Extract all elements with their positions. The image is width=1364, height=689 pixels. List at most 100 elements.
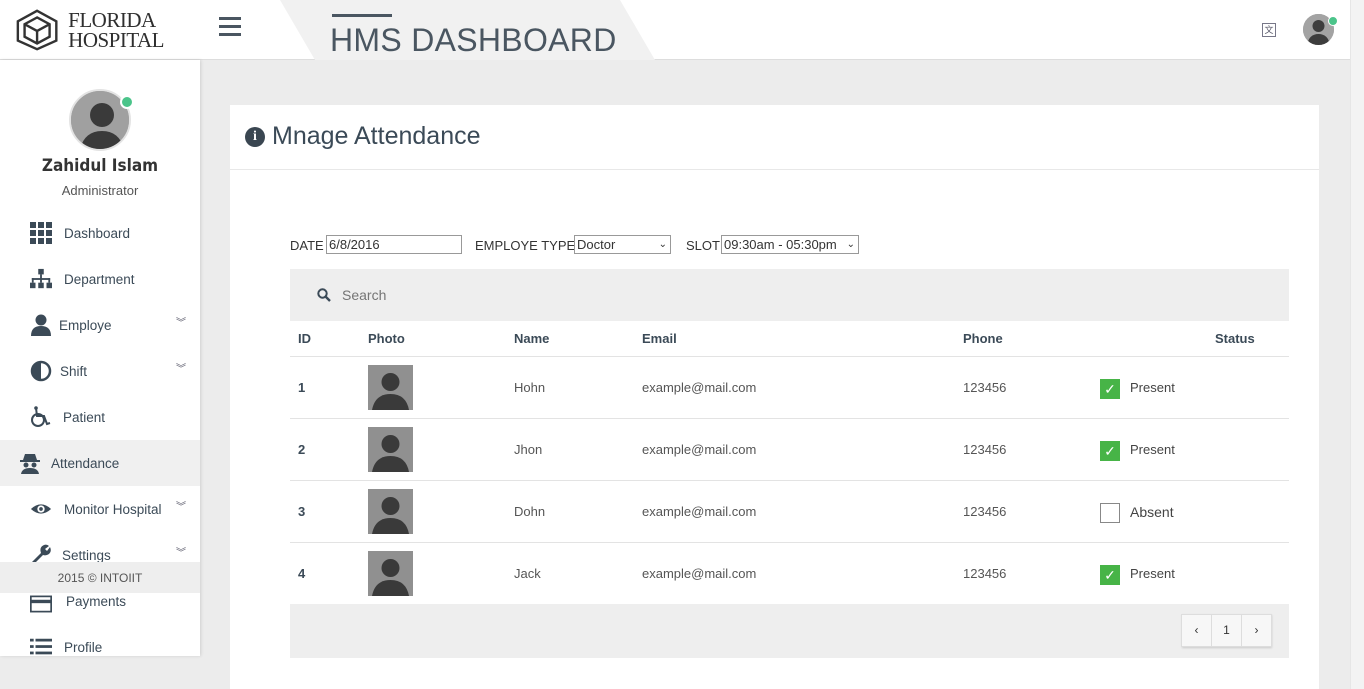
sidebar-item-label: Department xyxy=(64,271,135,287)
row-phone: 123456 xyxy=(963,442,1007,457)
hamburger-menu-icon[interactable] xyxy=(219,17,241,39)
slot-label: SLOT xyxy=(686,238,720,253)
employe-type-select[interactable]: Doctor ⌄ xyxy=(574,235,671,254)
row-id: 4 xyxy=(298,566,306,581)
sidebar-item-label: Attendance xyxy=(51,455,120,471)
sidebar-item-dashboard[interactable]: Dashboard xyxy=(0,210,200,256)
sidebar-item-label: Monitor Hospital xyxy=(64,501,162,517)
sidebar-item-payments[interactable]: Payments xyxy=(0,578,200,624)
online-status-dot xyxy=(120,95,134,109)
date-input[interactable]: 6/8/2016 xyxy=(326,235,462,254)
chevron-down-icon: ⌄ xyxy=(658,239,667,250)
attendance-checkbox[interactable] xyxy=(1100,503,1120,523)
chevron-down-icon: ︾ xyxy=(176,548,186,559)
user-silhouette-icon xyxy=(368,365,413,410)
title-underline xyxy=(332,14,392,17)
page-scrollbar[interactable] xyxy=(1350,0,1364,689)
page-title: HMS DASHBOARD xyxy=(330,22,617,58)
hospital-logo-icon xyxy=(16,9,58,51)
row-phone: 123456 xyxy=(963,504,1007,519)
search-input[interactable] xyxy=(342,285,842,305)
employee-photo xyxy=(368,489,413,534)
chevron-down-icon: ︾ xyxy=(176,364,186,375)
row-status: Present xyxy=(1130,566,1175,581)
sidebar-item-label: Settings xyxy=(62,547,111,563)
half-circle-icon xyxy=(30,360,52,382)
row-email: example@mail.com xyxy=(642,566,757,581)
card-title: Mnage Attendance xyxy=(272,122,481,150)
user-silhouette-icon xyxy=(368,427,413,472)
row-email: example@mail.com xyxy=(642,380,757,395)
page-1-button[interactable]: 1 xyxy=(1211,614,1242,647)
column-header-id[interactable]: ID xyxy=(298,331,311,346)
sidebar-item-label: Shift xyxy=(60,363,88,379)
next-page-button[interactable]: › xyxy=(1241,614,1272,647)
online-status-dot xyxy=(1328,16,1338,26)
chevron-down-icon: ︾ xyxy=(176,502,186,513)
row-name: Jhon xyxy=(514,442,543,457)
employee-photo xyxy=(368,427,413,472)
sidebar: Zahidul Islam Administrator Dashboard De… xyxy=(0,60,200,656)
row-status: Present xyxy=(1130,442,1175,457)
user-role: Administrator xyxy=(61,183,139,198)
employe-type-label: EMPLOYE TYPE xyxy=(475,238,576,253)
slot-select[interactable]: 09:30am - 05:30pm ⌄ xyxy=(721,235,859,254)
user-name: Zahidul Islam xyxy=(41,156,159,176)
florida-hospital-logo[interactable]: FLORIDA HOSPITAL xyxy=(14,8,164,52)
sidebar-item-label: Patient xyxy=(63,409,106,425)
row-status: Present xyxy=(1130,380,1175,395)
card-header: i Mnage Attendance xyxy=(230,105,1319,170)
sidebar-item-shift[interactable]: Shift ︾ xyxy=(0,348,200,394)
spy-icon xyxy=(20,454,40,474)
chevron-down-icon: ⌄ xyxy=(846,239,855,250)
pagination-bar: ‹ 1 › xyxy=(290,604,1289,658)
row-phone: 123456 xyxy=(963,380,1007,395)
translate-icon[interactable]: 文 xyxy=(1262,23,1276,37)
date-value: 6/8/2016 xyxy=(329,237,380,252)
eye-icon xyxy=(30,504,52,514)
sidebar-item-label: Dashboard xyxy=(64,225,131,241)
row-name: Jack xyxy=(514,566,541,581)
row-email: example@mail.com xyxy=(642,442,757,457)
logo-wordmark: FLORIDA HOSPITAL xyxy=(68,8,164,51)
attendance-checkbox[interactable]: ✓ xyxy=(1100,379,1120,399)
row-email: example@mail.com xyxy=(642,504,757,519)
row-id: 2 xyxy=(298,442,306,457)
column-header-status[interactable]: Status xyxy=(1215,331,1255,346)
row-status: Absent xyxy=(1130,504,1174,520)
chevron-down-icon: ︾ xyxy=(176,318,186,329)
table-row: 3 Dohn example@mail.com 123456 Absent xyxy=(290,481,1289,543)
list-icon xyxy=(30,638,52,655)
sidebar-item-profile[interactable]: Profile xyxy=(0,624,200,656)
info-icon: i xyxy=(245,127,265,147)
credit-card-icon xyxy=(30,595,52,613)
sidebar-item-patient[interactable]: Patient xyxy=(0,394,200,440)
column-header-name[interactable]: Name xyxy=(514,331,549,346)
employee-photo xyxy=(368,365,413,410)
sitemap-icon xyxy=(30,268,52,289)
column-header-phone[interactable]: Phone xyxy=(963,331,1003,346)
pagination: ‹ 1 › xyxy=(1181,614,1272,647)
table-row: 2 Jhon example@mail.com 123456 ✓ Present xyxy=(290,419,1289,481)
logo-line-1: FLORIDA xyxy=(68,8,156,32)
search-bar xyxy=(290,269,1289,321)
previous-page-button[interactable]: ‹ xyxy=(1181,614,1212,647)
sidebar-item-label: Profile xyxy=(64,639,103,655)
sidebar-item-label: Employe xyxy=(59,317,112,333)
column-header-email[interactable]: Email xyxy=(642,331,677,346)
sidebar-item-employe[interactable]: Employe ︾ xyxy=(0,302,200,348)
user-silhouette-icon xyxy=(368,551,413,596)
table-row: 4 Jack example@mail.com 123456 ✓ Present xyxy=(290,543,1289,605)
wheelchair-icon xyxy=(31,406,51,427)
sidebar-item-label: Payments xyxy=(66,593,127,609)
sidebar-item-monitor-hospital[interactable]: Monitor Hospital ︾ xyxy=(0,486,200,532)
column-header-photo[interactable]: Photo xyxy=(368,331,405,346)
table-header-row: ID Photo Name Email Phone Status xyxy=(290,321,1289,357)
attendance-checkbox[interactable]: ✓ xyxy=(1100,565,1120,585)
date-label: DATE xyxy=(290,238,324,253)
attendance-card: i Mnage Attendance DATE 6/8/2016 EMPLOYE… xyxy=(230,105,1319,689)
employe-type-value: Doctor xyxy=(577,237,616,252)
sidebar-item-department[interactable]: Department xyxy=(0,256,200,302)
sidebar-item-attendance[interactable]: Attendance xyxy=(0,440,200,486)
attendance-checkbox[interactable]: ✓ xyxy=(1100,441,1120,461)
